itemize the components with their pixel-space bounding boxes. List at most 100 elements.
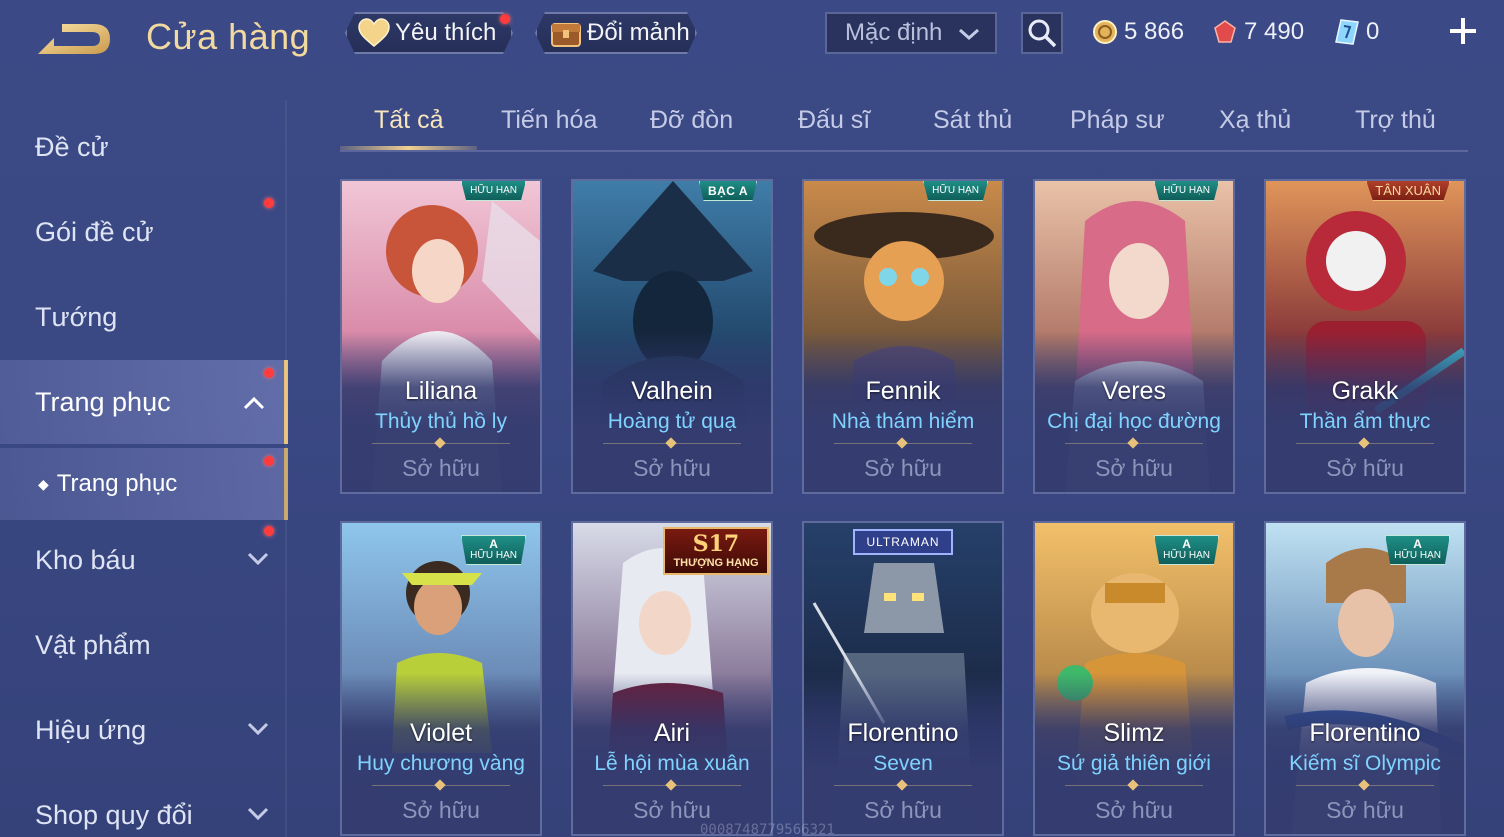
card-separator bbox=[1065, 443, 1203, 444]
card-separator bbox=[372, 443, 510, 444]
shard-exchange-button[interactable]: Đổi mảnh bbox=[535, 12, 697, 54]
sidebar-item-label: Đề cử bbox=[35, 131, 109, 162]
hero-name: Veres bbox=[1102, 377, 1166, 405]
chevron-down-icon bbox=[959, 28, 979, 41]
hero-name: Violet bbox=[409, 719, 473, 747]
plus-icon[interactable] bbox=[1446, 14, 1480, 48]
heart-icon bbox=[357, 18, 391, 48]
tab-support[interactable]: Trợ thủ bbox=[1355, 106, 1436, 135]
favorites-label: Yêu thích bbox=[395, 19, 497, 46]
tab-evolution[interactable]: Tiến hóa bbox=[501, 106, 597, 135]
owned-status: Sở hữu bbox=[1326, 455, 1404, 481]
ruby-amount: 7 490 bbox=[1244, 18, 1305, 45]
skin-name: Lễ hội mùa xuân bbox=[594, 752, 750, 775]
sidebar-item-heroes[interactable]: Tướng bbox=[0, 275, 288, 359]
tab-assassin[interactable]: Sát thủ bbox=[933, 106, 1012, 135]
voucher-amount: 0 bbox=[1366, 18, 1380, 45]
card-separator bbox=[1065, 785, 1203, 786]
category-sidebar: Đề cử Gói đề cử Tướng Trang phục ◆ Trang… bbox=[0, 100, 290, 837]
hero-name: Florentino bbox=[847, 719, 959, 747]
skin-card[interactable]: BẠC A Valhein Hoàng tử quạ Sở hữu bbox=[571, 179, 773, 494]
tab-fighter[interactable]: Đấu sĩ bbox=[798, 106, 870, 135]
diamond-bullet-icon: ◆ bbox=[38, 475, 49, 492]
skin-card[interactable]: HỮU HẠN Veres Chị đại học đường Sở hữu bbox=[1033, 179, 1235, 494]
sidebar-item-items[interactable]: Vật phẩm bbox=[0, 603, 288, 687]
owned-status: Sở hữu bbox=[1326, 797, 1404, 823]
card-separator bbox=[372, 785, 510, 786]
sidebar-subitem-skins[interactable]: ◆ Trang phục bbox=[0, 448, 288, 520]
chevron-down-icon bbox=[247, 807, 269, 821]
skin-card[interactable]: HỮU HẠN Liliana Thủy thủ hồ ly Sở hữu bbox=[340, 179, 542, 494]
search-icon bbox=[1028, 19, 1057, 48]
limited-badge: A HỮU HẠN bbox=[1154, 535, 1219, 565]
skin-card[interactable]: A HỮU HẠN Slimz Sứ giả thiên giới Sở hữu bbox=[1033, 521, 1235, 836]
skin-name: Hoàng tử quạ bbox=[607, 410, 737, 433]
skin-card[interactable]: S17 THƯỢNG HẠNG Airi Lễ hội mùa xuân Sở h… bbox=[571, 521, 773, 836]
owned-status: Sở hữu bbox=[402, 797, 480, 823]
skin-card[interactable]: HỮU HẠN Fennik Nhà thám hiểm Sở hữu bbox=[802, 179, 1004, 494]
skin-card[interactable]: ULTRAMAN Florentino Seven Sở hữu bbox=[802, 521, 1004, 836]
sidebar-item-effects[interactable]: Hiệu ứng bbox=[0, 688, 288, 772]
gold-amount: 5 866 bbox=[1124, 18, 1185, 45]
role-tabs: Tất cả Tiến hóa Đỡ đòn Đấu sĩ Sát thủ Ph… bbox=[340, 98, 1468, 152]
skin-name: Sứ giả thiên giới bbox=[1057, 752, 1211, 775]
limited-badge: HỮU HẠN bbox=[461, 181, 526, 201]
card-separator bbox=[1296, 443, 1434, 444]
owned-status: Sở hữu bbox=[633, 797, 711, 823]
limited-badge: HỮU HẠN bbox=[1154, 181, 1219, 201]
favorites-button[interactable]: Yêu thích bbox=[345, 12, 513, 54]
owned-status: Sở hữu bbox=[633, 455, 711, 481]
skin-card[interactable]: TÂN XUÂN Grakk Thần ẩm thực Sở hữu bbox=[1264, 179, 1466, 494]
sidebar-item-label: Gói đề cử bbox=[35, 216, 154, 247]
tab-marksman[interactable]: Xạ thủ bbox=[1219, 106, 1291, 135]
skin-name: Nhà thám hiểm bbox=[831, 410, 975, 433]
top-bar: Cửa hàng Yêu thích Đổi mảnh Mặc định 5 8… bbox=[0, 0, 1504, 80]
hero-name: Slimz bbox=[1103, 719, 1165, 747]
limited-badge: A HỮU HẠN bbox=[1385, 535, 1450, 565]
gold-coin-icon bbox=[1092, 19, 1118, 45]
sidebar-item-label: Kho báu bbox=[35, 544, 136, 575]
sidebar-item-skins[interactable]: Trang phục bbox=[0, 360, 288, 444]
treasure-chest-icon bbox=[549, 16, 583, 50]
tab-all[interactable]: Tất cả bbox=[374, 106, 443, 135]
owned-status: Sở hữu bbox=[864, 797, 942, 823]
skin-name: Huy chương vàng bbox=[357, 752, 525, 775]
skin-grid: HỮU HẠN Liliana Thủy thủ hồ ly Sở hữu BẠ… bbox=[340, 179, 1470, 837]
sidebar-item-bundles[interactable]: Gói đề cử bbox=[0, 190, 288, 274]
skin-name: Chị đại học đường bbox=[1047, 410, 1221, 433]
skin-name: Seven bbox=[873, 752, 933, 775]
skin-name: Thủy thủ hồ ly bbox=[375, 410, 507, 433]
sort-dropdown[interactable]: Mặc định bbox=[825, 12, 997, 54]
skin-card[interactable]: A HỮU HẠN Violet Huy chương vàng Sở hữu bbox=[340, 521, 542, 836]
sidebar-item-exchange-shop[interactable]: Shop quy đổi bbox=[0, 773, 288, 837]
voucher-balance: 0 bbox=[1334, 14, 1379, 50]
owned-status: Sở hữu bbox=[864, 455, 942, 481]
sidebar-subitem-label: Trang phục bbox=[56, 470, 178, 497]
hero-name: Florentino bbox=[1309, 719, 1421, 747]
favorites-notification-dot bbox=[500, 14, 510, 24]
sidebar-item-featured[interactable]: Đề cử bbox=[0, 105, 288, 189]
skin-name: Kiếm sĩ Olympic bbox=[1289, 752, 1441, 775]
tab-tank[interactable]: Đỡ đòn bbox=[650, 106, 733, 135]
ruby-gem-icon bbox=[1212, 19, 1238, 45]
back-arrow-icon[interactable] bbox=[36, 18, 112, 60]
search-button[interactable] bbox=[1021, 12, 1063, 54]
page-title: Cửa hàng bbox=[146, 16, 311, 57]
sidebar-item-label: Shop quy đổi bbox=[35, 799, 193, 830]
owned-status: Sở hữu bbox=[1095, 455, 1173, 481]
hero-name: Fennik bbox=[865, 377, 941, 405]
card-separator bbox=[603, 785, 741, 786]
voucher-ticket-icon bbox=[1334, 18, 1360, 46]
sidebar-item-treasure[interactable]: Kho báu bbox=[0, 518, 288, 602]
skin-card[interactable]: A HỮU HẠN Florentino Kiếm sĩ Olympic Sở h… bbox=[1264, 521, 1466, 836]
owned-status: Sở hữu bbox=[402, 455, 480, 481]
ruby-balance: 7 490 bbox=[1212, 14, 1304, 50]
tab-mage[interactable]: Pháp sư bbox=[1070, 106, 1165, 135]
event-badge: TÂN XUÂN bbox=[1366, 181, 1450, 201]
hero-name: Valhein bbox=[631, 377, 713, 405]
limited-badge: HỮU HẠN bbox=[923, 181, 988, 201]
gold-balance: 5 866 bbox=[1092, 14, 1184, 50]
card-separator bbox=[834, 785, 972, 786]
collab-badge: ULTRAMAN bbox=[853, 529, 953, 555]
chevron-down-icon bbox=[247, 552, 269, 566]
